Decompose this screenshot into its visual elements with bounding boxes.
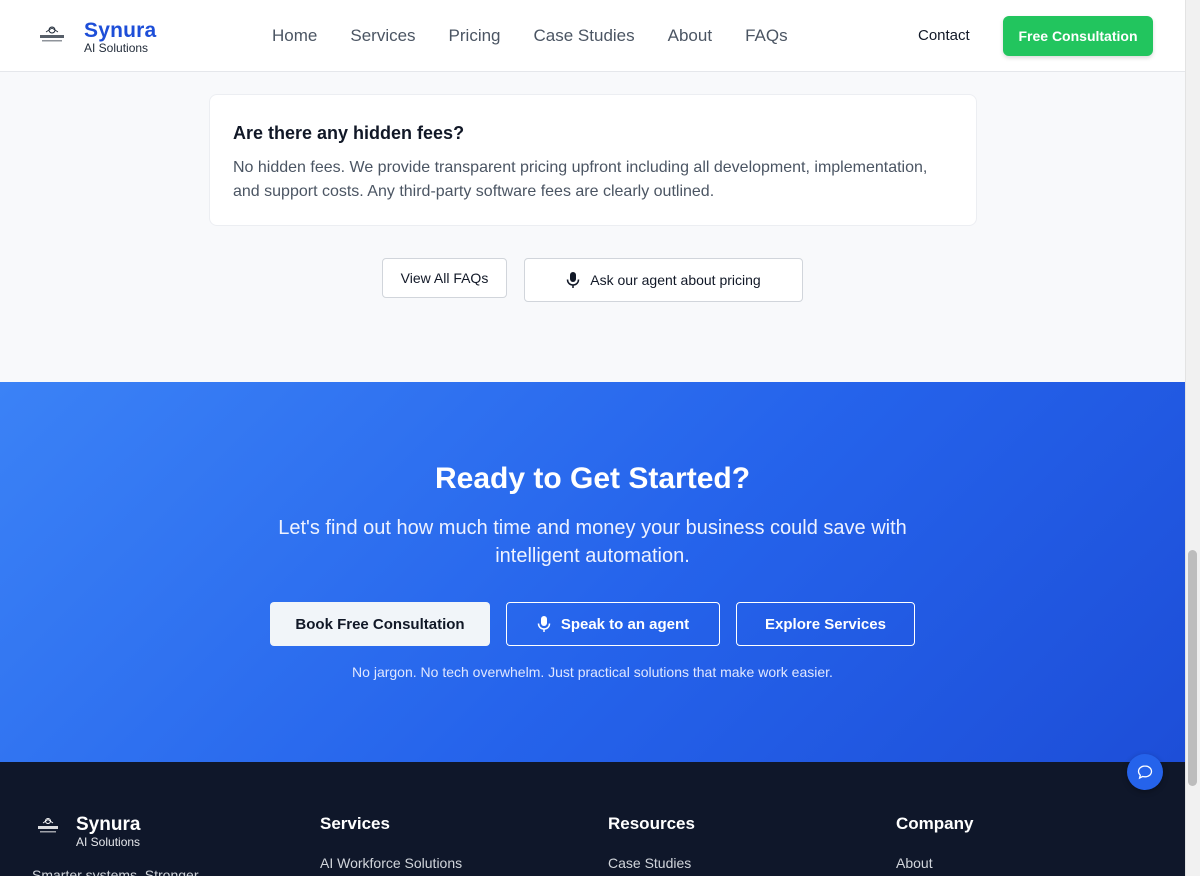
nav-services[interactable]: Services	[350, 26, 415, 46]
nav-pricing[interactable]: Pricing	[449, 26, 501, 46]
free-consultation-button[interactable]: Free Consultation	[1003, 16, 1153, 56]
faq-answer: No hidden fees. We provide transparent p…	[233, 159, 928, 200]
footer-link-ai-workforce[interactable]: AI Workforce Solutions	[320, 855, 462, 871]
nav-home[interactable]: Home	[272, 26, 317, 46]
nav-case-studies[interactable]: Case Studies	[534, 26, 635, 46]
logo-icon[interactable]	[38, 24, 66, 46]
brand-name[interactable]: Synura	[84, 19, 156, 43]
brand-subtitle: AI Solutions	[84, 41, 149, 55]
ask-agent-pricing-button[interactable]: Ask our agent about pricing	[524, 258, 803, 302]
footer-link-about[interactable]: About	[896, 855, 933, 871]
footer-col-resources-title: Resources	[608, 814, 695, 833]
footer-brand-subtitle: AI Solutions	[76, 835, 141, 849]
microphone-icon	[567, 272, 580, 288]
site-header: Synura AI Solutions Home Services Pricin…	[0, 0, 1185, 72]
book-consultation-label: Book Free Consultation	[295, 615, 465, 633]
explore-services-button[interactable]: Explore Services	[736, 602, 915, 646]
nav-faqs[interactable]: FAQs	[745, 26, 788, 46]
logo-icon[interactable]	[36, 816, 60, 836]
speak-to-agent-label: Speak to an agent	[560, 615, 690, 633]
microphone-icon	[537, 616, 551, 632]
view-all-faqs-button[interactable]: View All FAQs	[382, 258, 507, 298]
main-nav: Home Services Pricing Case Studies About…	[272, 26, 821, 46]
footer-tagline: Smarter systems. Stronger	[32, 867, 199, 876]
contact-link[interactable]: Contact	[918, 27, 970, 44]
cta-title: Ready to Get Started?	[434, 462, 751, 495]
cta-subtitle: Let's find out how much time and money y…	[278, 517, 907, 567]
footer-col-company-title: Company	[896, 814, 974, 833]
footer-brand-name: Synura	[76, 814, 141, 835]
footer-col-services-title: Services	[320, 814, 390, 833]
site-footer: Synura AI Solutions Smarter systems. Str…	[0, 762, 1185, 876]
nav-about[interactable]: About	[668, 26, 712, 46]
footer-link-case-studies[interactable]: Case Studies	[608, 855, 691, 871]
view-all-faqs-label: View All FAQs	[400, 270, 489, 286]
book-consultation-button[interactable]: Book Free Consultation	[270, 602, 490, 646]
chat-icon	[1137, 765, 1153, 780]
faq-item: Are there any hidden fees? No hidden fee…	[209, 94, 977, 226]
cta-section: Ready to Get Started? Let's find out how…	[0, 382, 1185, 762]
faq-question: Are there any hidden fees?	[233, 123, 465, 143]
cta-note: No jargon. No tech overwhelm. Just pract…	[352, 664, 833, 680]
chat-widget-button[interactable]	[1127, 754, 1163, 790]
scrollbar-thumb[interactable]	[1188, 550, 1197, 786]
explore-services-label: Explore Services	[765, 615, 886, 633]
ask-agent-pricing-label: Ask our agent about pricing	[590, 272, 761, 288]
speak-to-agent-button[interactable]: Speak to an agent	[506, 602, 720, 646]
